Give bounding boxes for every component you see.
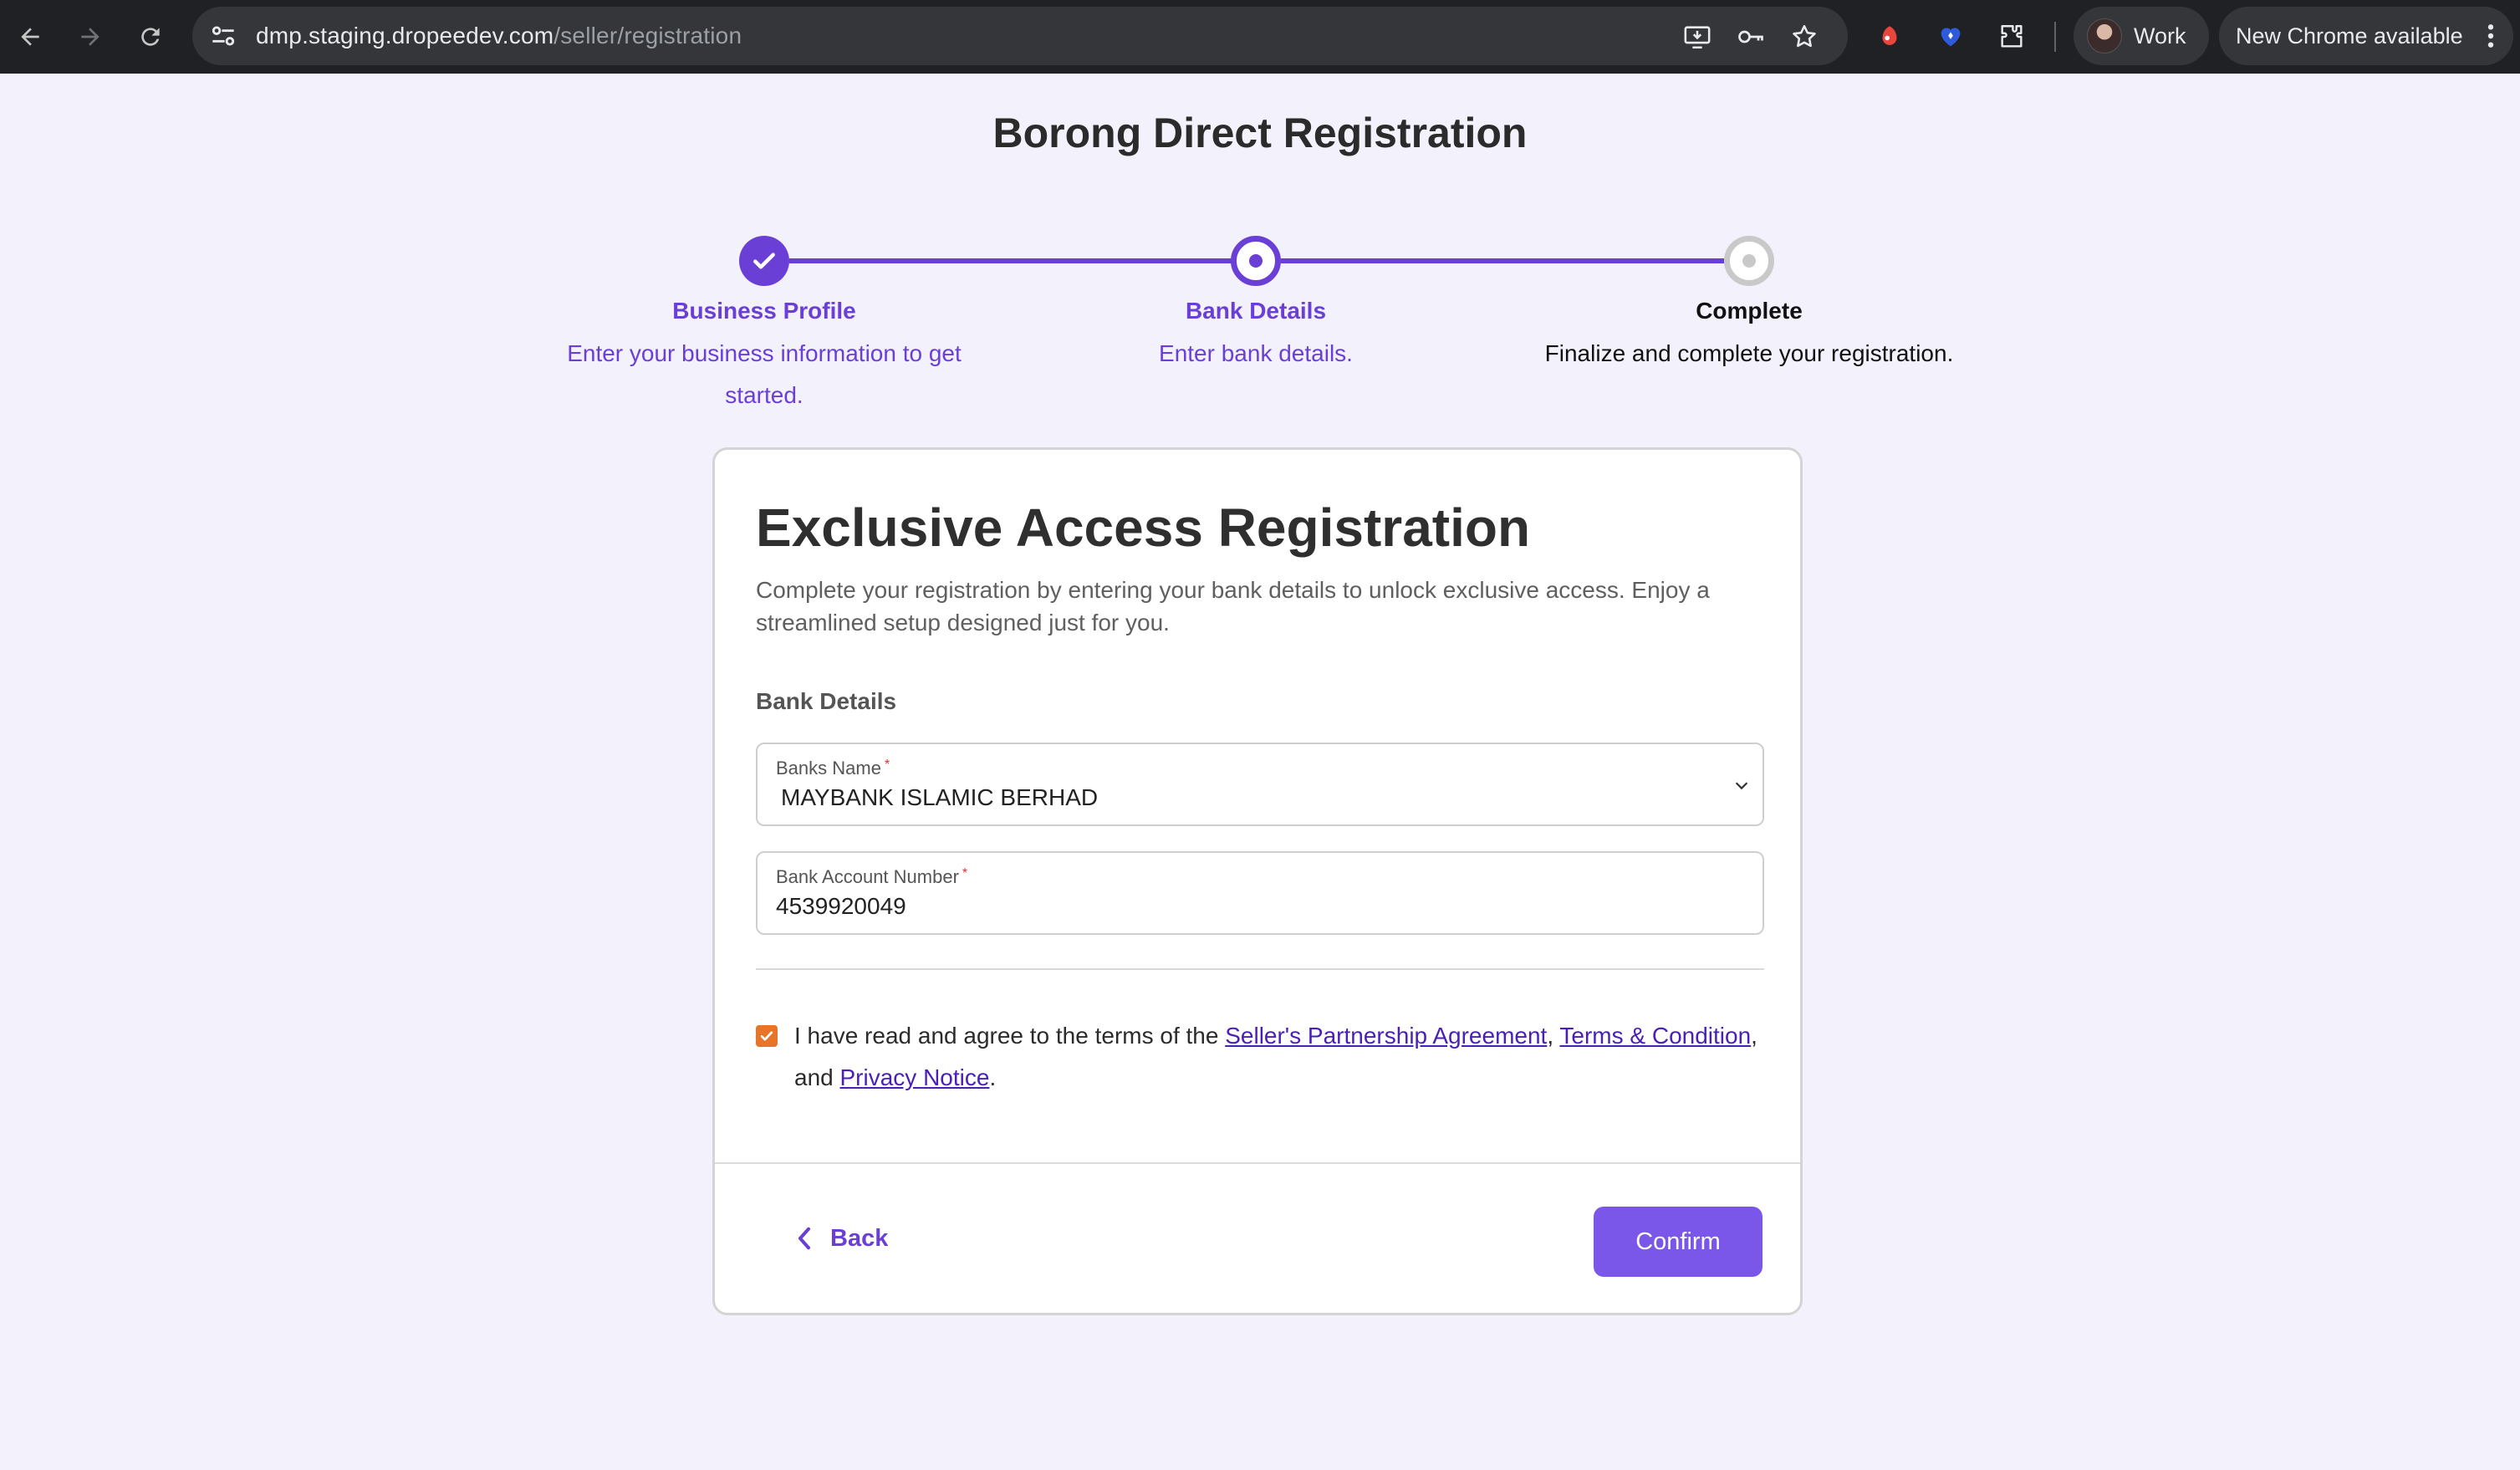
sellers-partnership-agreement-link[interactable]: Seller's Partnership Agreement <box>1225 1023 1547 1049</box>
bank-name-value: MAYBANK ISLAMIC BERHAD <box>781 784 1099 810</box>
registration-stepper: Business Profile Enter your business inf… <box>0 0 2520 435</box>
card-heading: Exclusive Access Registration <box>756 498 1531 558</box>
back-button[interactable]: Back <box>795 1217 888 1259</box>
bank-account-value[interactable]: 4539920049 <box>776 893 906 920</box>
required-mark: * <box>884 758 890 772</box>
step-3-title: Complete <box>1696 298 1803 324</box>
active-dot-icon <box>1249 254 1263 268</box>
required-mark: * <box>962 866 968 880</box>
privacy-notice-link[interactable]: Privacy Notice <box>840 1064 990 1090</box>
bank-account-label-text: Bank Account Number <box>776 866 959 887</box>
bank-account-number-field[interactable]: Bank Account Number * 4539920049 <box>756 851 1764 935</box>
bank-account-label: Bank Account Number * <box>776 866 967 888</box>
step-2-title: Bank Details <box>1185 298 1327 324</box>
section-label-bank-details: Bank Details <box>756 688 897 714</box>
step-2-description: Enter bank details. <box>1159 340 1353 366</box>
bank-name-select[interactable]: Banks Name * MAYBANK ISLAMIC BERHAD <box>756 743 1764 826</box>
step-connector-2 <box>1281 258 1724 263</box>
divider <box>756 968 1764 970</box>
check-icon <box>760 1031 773 1041</box>
bank-name-label-text: Banks Name <box>776 758 881 778</box>
agree-prefix: I have read and agree to the terms of th… <box>794 1023 1226 1049</box>
step-3-indicator <box>1724 236 1774 286</box>
pending-dot-icon <box>1742 254 1756 268</box>
terms-condition-link[interactable]: Terms & Condition <box>1559 1023 1751 1049</box>
step-1-indicator <box>739 236 789 286</box>
agree-text: I have read and agree to the terms of th… <box>794 1015 1781 1099</box>
card-lead-text: Complete your registration by entering y… <box>756 577 1710 635</box>
back-label: Back <box>830 1224 889 1252</box>
confirm-button[interactable]: Confirm <box>1594 1207 1762 1277</box>
check-icon <box>753 253 775 269</box>
card-footer-divider <box>715 1162 1800 1164</box>
step-2-indicator <box>1231 236 1281 286</box>
registration-card: Exclusive Access Registration Complete y… <box>712 447 1803 1315</box>
agree-checkbox[interactable] <box>756 1025 778 1047</box>
step-connector-1 <box>789 258 1236 263</box>
step-1-description: Enter your business information to get s… <box>567 340 962 408</box>
step-3-description: Finalize and complete your registration. <box>1544 340 1954 366</box>
chevron-left-icon <box>798 1227 810 1250</box>
bank-name-label: Banks Name * <box>776 758 890 779</box>
chevron-down-icon[interactable] <box>1732 776 1751 799</box>
step-1-title: Business Profile <box>672 298 856 324</box>
agree-end: . <box>989 1064 997 1090</box>
comma-separator: , <box>1547 1023 1560 1049</box>
